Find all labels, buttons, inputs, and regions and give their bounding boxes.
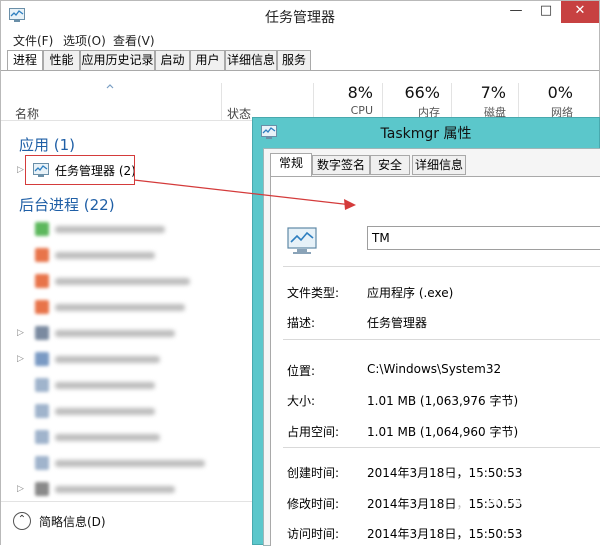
- memory-percent[interactable]: 66%: [380, 83, 440, 102]
- list-item[interactable]: [1, 297, 251, 317]
- dialog-title: Taskmgr 属性: [380, 126, 472, 142]
- cpu-label: CPU: [350, 104, 373, 117]
- file-type-value: 应用程序 (.exe): [367, 286, 454, 300]
- list-item[interactable]: [1, 219, 251, 239]
- cpu-percent[interactable]: 8%: [313, 83, 373, 102]
- tab-users[interactable]: 用户: [190, 50, 225, 70]
- menu-view[interactable]: 查看(V): [113, 32, 155, 49]
- column-divider: [221, 83, 222, 121]
- footer-bar: ⌃ 简略信息(D): [1, 501, 253, 545]
- menu-bar: 文件(F) 选项(O) 查看(V): [1, 31, 599, 49]
- title-bar: 任务管理器 — □ ✕: [1, 1, 599, 31]
- tab-details[interactable]: 详细信息: [225, 50, 277, 70]
- column-name[interactable]: 名称: [15, 105, 39, 122]
- group-background-heading: 后台进程 (22): [19, 196, 115, 214]
- watermark-sub: XITONGCHENG.COM: [486, 508, 578, 518]
- description-label: 描述:: [287, 316, 316, 330]
- expand-chevron-icon[interactable]: ▷: [17, 166, 25, 175]
- close-button[interactable]: ✕: [561, 1, 599, 23]
- tab-services[interactable]: 服务: [277, 50, 311, 70]
- divider: [283, 447, 600, 448]
- sort-chevron-icon[interactable]: [106, 83, 114, 89]
- watermark-x-icon: [443, 475, 481, 527]
- minimize-button[interactable]: —: [501, 1, 531, 23]
- list-item[interactable]: [1, 427, 251, 447]
- list-item[interactable]: ▷: [1, 349, 251, 369]
- list-item[interactable]: [1, 245, 251, 265]
- tab-processes[interactable]: 进程: [7, 50, 43, 71]
- list-item[interactable]: [1, 401, 251, 421]
- list-item[interactable]: [1, 453, 251, 473]
- group-apps-heading: 应用 (1): [19, 136, 76, 154]
- collapse-up-icon[interactable]: ⌃: [13, 512, 31, 530]
- location-label: 位置:: [287, 364, 316, 378]
- list-item[interactable]: ▷: [1, 323, 251, 343]
- modified-label: 修改时间:: [287, 497, 340, 511]
- list-item[interactable]: [1, 375, 251, 395]
- disk-percent[interactable]: 7%: [446, 83, 506, 102]
- list-item[interactable]: ▷: [1, 479, 251, 499]
- dialog-title-bar: Taskmgr 属性: [253, 118, 599, 146]
- tab-startup[interactable]: 启动: [155, 50, 190, 70]
- size-on-disk-label: 占用空间:: [287, 425, 340, 439]
- column-status[interactable]: 状态: [227, 105, 251, 122]
- menu-options[interactable]: 选项(O): [63, 32, 106, 49]
- divider: [283, 266, 600, 267]
- tab-security[interactable]: 安全: [370, 155, 410, 175]
- file-type-label: 文件类型:: [287, 286, 340, 300]
- column-header: [1, 71, 599, 121]
- annotation-highlight-box: [25, 155, 135, 185]
- size-on-disk-value: 1.01 MB (1,064,960 字节): [367, 425, 519, 439]
- list-item[interactable]: [1, 271, 251, 291]
- tab-details[interactable]: 详细信息: [412, 155, 466, 175]
- location-value: C:\Windows\System32: [367, 362, 502, 376]
- divider: [283, 339, 600, 340]
- file-name-field[interactable]: TM: [367, 226, 600, 250]
- size-label: 大小:: [287, 394, 316, 408]
- created-label: 创建时间:: [287, 466, 340, 480]
- tab-digital-signatures[interactable]: 数字签名: [312, 155, 370, 175]
- menu-file[interactable]: 文件(F): [13, 32, 53, 49]
- tab-performance[interactable]: 性能: [43, 50, 80, 70]
- watermark-logo: 系统城 XITONGCHENG.COM: [440, 468, 600, 536]
- tab-app-history[interactable]: 应用历史记录: [80, 50, 155, 70]
- fewer-details-link[interactable]: 简略信息(D): [39, 513, 106, 530]
- description-value: 任务管理器: [367, 316, 428, 330]
- watermark-text: 系统城: [486, 484, 559, 509]
- tab-general[interactable]: 常规: [270, 153, 312, 176]
- network-percent[interactable]: 0%: [513, 83, 573, 102]
- accessed-label: 访问时间:: [287, 527, 340, 541]
- maximize-button[interactable]: □: [531, 1, 561, 23]
- size-value: 1.01 MB (1,063,976 字节): [367, 394, 519, 408]
- task-manager-file-icon: [287, 227, 317, 254]
